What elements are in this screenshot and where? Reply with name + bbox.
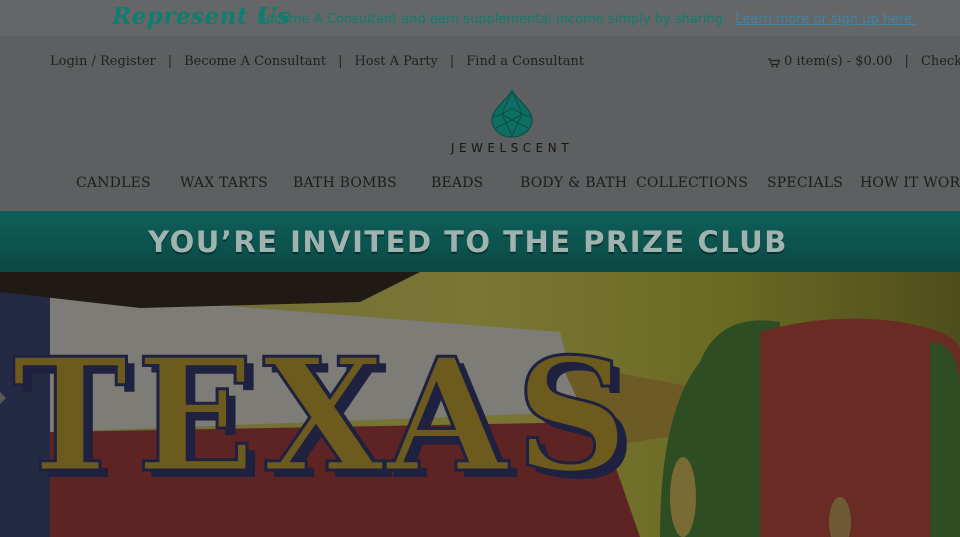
logo-wordmark: JEWELSCENT bbox=[450, 141, 574, 155]
hero-banner[interactable]: TEXAS TEXAS bbox=[0, 272, 960, 537]
nav-collections[interactable]: COLLECTIONS bbox=[636, 175, 748, 191]
utility-separator: | bbox=[167, 54, 173, 69]
find-consultant-link[interactable]: Find a Consultant bbox=[466, 54, 584, 69]
site-header: Login / Register | Become A Consultant |… bbox=[0, 36, 960, 211]
utility-separator: | bbox=[449, 54, 455, 69]
hero-artwork: TEXAS TEXAS bbox=[0, 272, 960, 537]
nav-how-it-works[interactable]: HOW IT WORKS bbox=[860, 175, 960, 191]
cart-area: 0 item(s) - $0.00 | Checkout bbox=[768, 54, 960, 69]
shopping-cart-icon[interactable] bbox=[768, 57, 781, 67]
nav-candles[interactable]: CANDLES bbox=[76, 175, 151, 191]
texas-headline-text: TEXAS bbox=[12, 324, 636, 507]
utility-separator: | bbox=[904, 54, 909, 69]
jewel-drop-icon bbox=[491, 90, 533, 138]
promo-message: Become A Consultant and earn supplementa… bbox=[257, 12, 728, 27]
nav-beads[interactable]: BEADS bbox=[431, 175, 483, 191]
nav-specials[interactable]: SPECIALS bbox=[767, 175, 843, 191]
become-consultant-link[interactable]: Become A Consultant bbox=[184, 54, 326, 69]
nav-body-bath[interactable]: BODY & BATH bbox=[520, 175, 627, 191]
login-register-link[interactable]: Login / Register bbox=[50, 54, 156, 69]
main-nav: CANDLES WAX TARTS BATH BOMBS BEADS BODY … bbox=[0, 175, 960, 197]
utility-nav: Login / Register | Become A Consultant |… bbox=[50, 54, 584, 69]
promo-message-wrap: Become A Consultant and earn supplementa… bbox=[257, 12, 916, 27]
utility-separator: | bbox=[338, 54, 343, 69]
site-logo[interactable]: JEWELSCENT bbox=[450, 90, 574, 160]
cart-summary-link[interactable]: 0 item(s) - $0.00 bbox=[784, 54, 893, 69]
promo-bar: Represent Us Become A Consultant and ear… bbox=[0, 0, 960, 36]
promo-signup-link[interactable]: Learn more or sign up here. bbox=[735, 12, 916, 27]
texas-headline: TEXAS TEXAS bbox=[11, 323, 637, 515]
nav-wax-tarts[interactable]: WAX TARTS bbox=[180, 175, 268, 191]
checkout-link[interactable]: Checkout bbox=[921, 54, 960, 69]
nav-bath-bombs[interactable]: BATH BOMBS bbox=[293, 175, 397, 191]
host-party-link[interactable]: Host A Party bbox=[354, 54, 437, 69]
prize-club-banner[interactable]: YOU’RE INVITED TO THE PRIZE CLUB bbox=[0, 211, 960, 272]
prize-club-text: YOU’RE INVITED TO THE PRIZE CLUB bbox=[148, 224, 788, 259]
